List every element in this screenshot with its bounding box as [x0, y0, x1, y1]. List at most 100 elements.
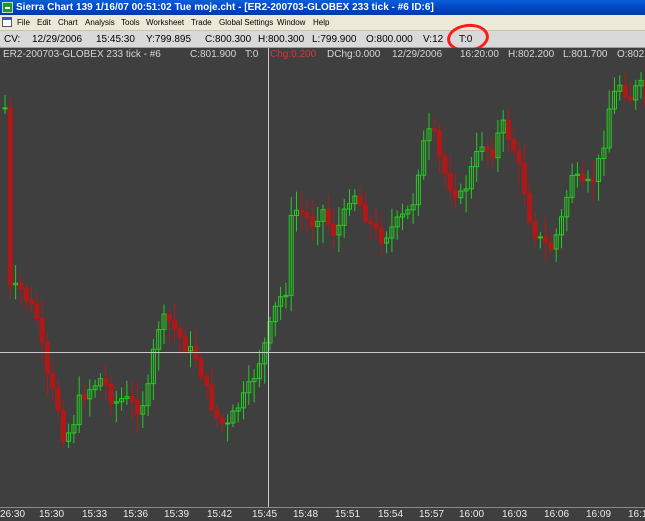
candle-body	[527, 193, 533, 223]
info-tick: T:0	[245, 49, 259, 60]
candle-body	[378, 227, 384, 244]
candle-body	[304, 211, 310, 218]
chart-area[interactable]: ER2-200703-GLOBEX 233 tick - #6 C:801.90…	[0, 48, 645, 507]
candle-body	[309, 216, 315, 227]
candle-body	[103, 378, 109, 385]
menu-bar: File Edit Chart Analysis Tools Worksheet…	[0, 15, 645, 31]
menu-tools[interactable]: Tools	[121, 15, 140, 30]
candle-body	[135, 400, 140, 415]
candle-body	[177, 328, 183, 338]
crosshair-vertical	[268, 48, 269, 507]
menu-global-settings[interactable]: Global Settings	[219, 15, 273, 30]
candle-body	[219, 417, 225, 424]
candle-body	[172, 320, 178, 330]
info-low: L:801.700	[563, 49, 608, 60]
candle-body	[166, 313, 172, 322]
time-tick: 16:00	[459, 509, 485, 520]
candle-body	[580, 173, 586, 182]
candle-body	[55, 387, 61, 411]
cv-high-value: H:800.300	[258, 34, 305, 45]
menu-chart[interactable]: Chart	[58, 15, 78, 30]
candle-body	[225, 422, 231, 425]
candle-body	[39, 317, 45, 343]
candle-body	[23, 288, 29, 301]
window-title: Sierra Chart 139 1/16/07 00:51:02 Tue mo…	[16, 2, 434, 13]
candle-body	[484, 146, 490, 150]
cv-label: CV:	[4, 34, 21, 45]
time-tick: 15:57	[419, 509, 445, 520]
cv-volume-value: V:12	[423, 34, 444, 45]
candle-body	[44, 341, 50, 375]
candle-body	[331, 224, 337, 236]
crosshair-horizontal	[0, 352, 645, 353]
candle-body	[50, 373, 56, 389]
candle-body	[437, 130, 443, 157]
time-tick: 15:51	[335, 509, 361, 520]
candle-body	[516, 150, 522, 164]
time-tick: 26:30	[0, 509, 26, 520]
info-open: O:802	[617, 49, 645, 60]
candle-body	[198, 358, 204, 378]
candle-body	[627, 96, 633, 101]
menu-window[interactable]: Window	[277, 15, 305, 30]
candlestick-chart	[2, 71, 645, 450]
time-tick: 15:30	[39, 509, 65, 520]
info-high: H:802.200	[508, 49, 555, 60]
menu-help[interactable]: Help	[313, 15, 329, 30]
info-time: 16:20:00	[460, 49, 499, 60]
cv-close-value: C:800.300	[205, 34, 252, 45]
candle-body	[129, 396, 135, 402]
candle-body	[490, 148, 496, 159]
candle-body	[548, 242, 554, 250]
candle-body	[622, 84, 628, 98]
candle-body	[203, 376, 209, 386]
time-axis: 26:30 15:30 15:33 15:36 15:39 15:42 15:4…	[0, 507, 645, 521]
chart-info-line: ER2-200703-GLOBEX 233 tick - #6 C:801.90…	[0, 48, 645, 62]
candle-body	[431, 128, 437, 132]
time-tick: 16:1	[628, 509, 645, 520]
candle-body	[357, 195, 363, 206]
candle-body	[214, 408, 220, 419]
time-tick: 16:06	[544, 509, 570, 520]
info-symbol: ER2-200703-GLOBEX 233 tick - #6	[3, 49, 161, 60]
candle-body	[590, 178, 596, 182]
title-bar: Sierra Chart 139 1/16/07 00:51:02 Tue mo…	[0, 0, 645, 15]
candle-body	[442, 155, 448, 175]
info-date: 12/29/2006	[392, 49, 443, 60]
cursor-values-bar: CV: 12/29/2006 15:45:30 Y:799.895 C:800.…	[0, 31, 645, 48]
candle-body	[299, 209, 305, 213]
time-tick: 16:09	[586, 509, 612, 520]
cv-low-value: L:799.900	[312, 34, 357, 45]
candle-body	[18, 282, 24, 290]
candle-body	[362, 204, 368, 222]
candle-body	[108, 383, 114, 404]
candle-body	[453, 189, 458, 199]
menu-worksheet[interactable]: Worksheet	[146, 15, 184, 30]
time-tick: 15:33	[82, 509, 108, 520]
info-daily-change: DChg:0.000	[327, 49, 381, 60]
menu-trade[interactable]: Trade	[191, 15, 212, 30]
candle-body	[182, 336, 188, 352]
chart-app-icon[interactable]	[2, 2, 13, 13]
time-tick: 15:48	[293, 509, 319, 520]
candle-body	[209, 384, 215, 410]
menu-file[interactable]: File	[17, 15, 30, 30]
info-close: C:801.900	[190, 49, 237, 60]
candle-body	[7, 107, 13, 286]
candle-body	[447, 173, 453, 191]
candle-body	[34, 303, 40, 319]
time-tick: 16:03	[502, 509, 528, 520]
candle-body	[511, 138, 517, 152]
candle-body	[532, 221, 538, 239]
candle-body	[543, 236, 549, 244]
cv-y-value: Y:799.895	[146, 34, 192, 45]
candle-body	[60, 409, 66, 442]
candle-body	[2, 107, 8, 110]
cv-time: 15:45:30	[96, 34, 135, 45]
candle-body	[506, 119, 511, 140]
document-icon[interactable]	[2, 17, 12, 27]
time-tick: 15:39	[164, 509, 190, 520]
candle-body	[82, 394, 87, 400]
menu-edit[interactable]: Edit	[37, 15, 51, 30]
menu-analysis[interactable]: Analysis	[85, 15, 115, 30]
